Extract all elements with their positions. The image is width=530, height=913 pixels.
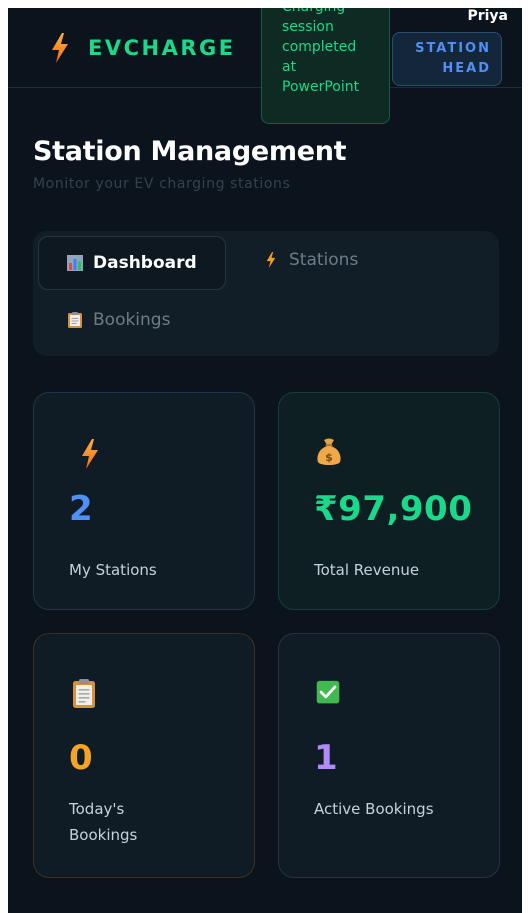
app-frame: EVCHARGE Priya STATION HEAD Charging ses… — [8, 8, 522, 913]
bolt-icon — [52, 33, 68, 63]
role-badge[interactable]: STATION HEAD — [392, 32, 502, 86]
clipboard-icon — [68, 312, 82, 328]
stat-value: 0 — [69, 738, 94, 778]
brand-logo[interactable]: EVCHARGE — [50, 33, 236, 63]
toast-line: completed — [282, 39, 357, 55]
bolt-icon — [266, 252, 276, 268]
money-bag-icon: $ — [317, 438, 341, 465]
stat-value: ₹97,900 — [314, 489, 473, 529]
notification-toast[interactable]: Charging session completed at PowerPoint — [261, 8, 390, 124]
stat-card-todays-bookings[interactable]: 0 Today's Bookings — [33, 633, 255, 878]
role-line-2: HEAD — [442, 61, 491, 76]
toast-line: session — [282, 19, 334, 35]
toast-line: at — [282, 59, 297, 75]
page-title: Station Management — [33, 136, 347, 167]
stat-label: Today's Bookings — [69, 796, 137, 848]
bolt-icon — [82, 439, 98, 469]
stat-card-my-stations[interactable]: 2 My Stations — [33, 392, 255, 610]
tab-label: Bookings — [93, 310, 171, 330]
check-box-icon — [316, 680, 340, 704]
stat-label-line: Bookings — [69, 826, 138, 844]
stat-card-active-bookings[interactable]: 1 Active Bookings — [278, 633, 500, 878]
stat-card-total-revenue[interactable]: $ ₹97,900 Total Revenue — [278, 392, 500, 610]
bar-chart-icon — [67, 255, 83, 271]
user-name: Priya — [467, 8, 508, 24]
stat-value: 1 — [314, 738, 339, 778]
toast-line: PowerPoint — [282, 79, 360, 95]
svg-text:$: $ — [325, 451, 333, 464]
tab-stations[interactable]: Stations — [263, 250, 358, 270]
tab-label: Dashboard — [93, 253, 197, 273]
stat-label: My Stations — [69, 561, 157, 579]
stat-label: Active Bookings — [314, 800, 434, 818]
toast-line: Charging — [282, 8, 381, 17]
tab-dashboard[interactable]: Dashboard — [38, 236, 226, 290]
page-subtitle: Monitor your EV charging stations — [33, 176, 291, 192]
brand-name: EVCHARGE — [88, 36, 236, 60]
stat-label-line: Today's — [69, 800, 125, 818]
role-line-1: STATION — [415, 41, 491, 56]
tab-bookings[interactable]: Bookings — [67, 310, 170, 330]
top-header: EVCHARGE Priya STATION HEAD Charging ses… — [8, 8, 522, 124]
stat-label: Total Revenue — [314, 561, 420, 579]
stat-value: 2 — [69, 489, 94, 529]
clipboard-icon — [73, 679, 95, 708]
tab-bar: Dashboard Stations Bookings — [33, 231, 499, 356]
tab-label: Stations — [289, 250, 359, 270]
